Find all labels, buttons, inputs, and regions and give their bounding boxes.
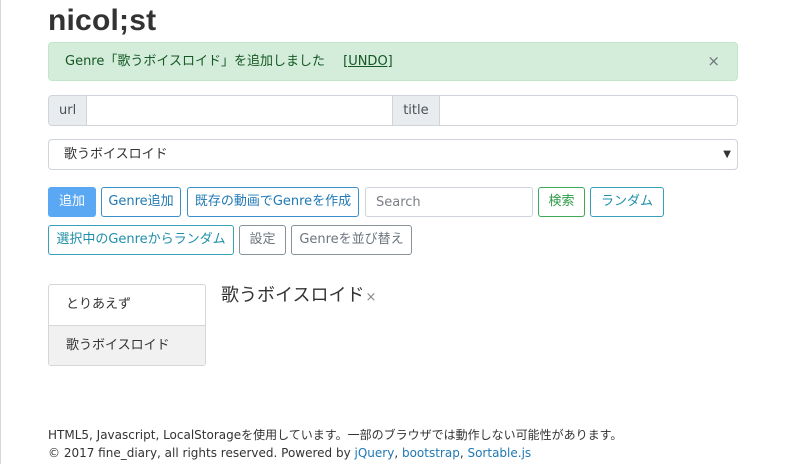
add-button[interactable]: 追加 (48, 187, 96, 217)
genre-list: とりあえず 歌うボイスロイド (48, 284, 206, 366)
create-genre-from-existing-button[interactable]: 既存の動画でGenreを作成 (187, 187, 359, 217)
jquery-link[interactable]: jQuery (355, 446, 395, 460)
undo-link[interactable]: [UNDO] (343, 54, 393, 69)
random-from-genre-button[interactable]: 選択中のGenreからランダム (48, 225, 234, 255)
remove-genre-icon[interactable]: × (365, 290, 376, 305)
alert-message: Genre「歌うボイスロイド」を追加しました (65, 54, 325, 69)
page-left-border (0, 0, 1, 464)
footer-separator: , (394, 446, 402, 460)
search-input[interactable] (365, 187, 533, 217)
title-label: title (392, 96, 440, 125)
success-alert: Genre「歌うボイスロイド」を追加しました [UNDO] × (48, 42, 738, 81)
bootstrap-link[interactable]: bootstrap (402, 446, 460, 460)
footer-notice: HTML5, Javascript, LocalStorageを使用しています。… (48, 428, 623, 442)
current-genre-heading: 歌うボイスロイド× (221, 285, 376, 309)
close-icon[interactable]: × (707, 43, 720, 80)
title-input[interactable] (439, 96, 737, 125)
chevron-down-icon: ▼ (723, 149, 731, 160)
genre-add-button[interactable]: Genre追加 (101, 187, 181, 217)
brand-title: nicol;st (48, 4, 157, 37)
search-button[interactable]: 検索 (538, 187, 585, 217)
footer-copyright: © 2017 fine_diary, all rights reserved. … (48, 446, 355, 460)
settings-button[interactable]: 設定 (239, 225, 286, 255)
footer: HTML5, Javascript, LocalStorageを使用しています。… (48, 426, 622, 462)
sort-genres-button[interactable]: Genreを並び替え (291, 225, 412, 255)
genre-select-value: 歌うボイスロイド (64, 147, 168, 162)
genre-select[interactable]: 歌うボイスロイド ▼ (48, 139, 738, 170)
url-input[interactable] (87, 96, 393, 125)
sortablejs-link[interactable]: Sortable.js (467, 446, 531, 460)
current-genre-title: 歌うボイスロイド (221, 285, 365, 306)
genre-list-item-active[interactable]: 歌うボイスロイド (49, 325, 205, 365)
footer-credits: © 2017 fine_diary, all rights reserved. … (48, 444, 622, 462)
genre-list-item[interactable]: とりあえず (49, 285, 205, 325)
url-label: url (49, 96, 88, 125)
random-button[interactable]: ランダム (590, 187, 664, 217)
url-title-input-group: url title (48, 95, 738, 126)
